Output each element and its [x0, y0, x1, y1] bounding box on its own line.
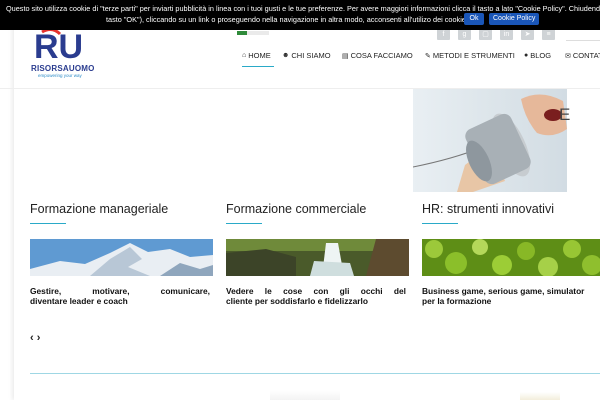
column-description-line-2: diventare leader e coach	[30, 296, 128, 306]
nav-item-home[interactable]: ⌂ HOME	[242, 51, 271, 60]
cookie-ok-button[interactable]: Ok	[464, 13, 484, 25]
nav-item-label: COSA FACCIAMO	[350, 51, 413, 60]
cookie-banner: Questo sito utilizza cookie di "terze pa…	[0, 0, 600, 30]
column-title-underline	[422, 223, 458, 224]
logo-name: RISORSAUOMO	[31, 64, 95, 73]
search-input[interactable]	[566, 29, 600, 41]
logo-tagline: empowering your way	[38, 73, 82, 78]
column-title-hr[interactable]: HR: strumenti innovativi	[422, 202, 554, 216]
nav-active-underline	[242, 66, 274, 67]
instagram-icon[interactable]: ▢	[479, 29, 492, 40]
book-icon: ▤	[342, 52, 349, 60]
romanesco-illustration	[422, 239, 600, 276]
send-icon[interactable]: ➤	[521, 29, 534, 40]
home-icon: ⌂	[242, 52, 247, 59]
tin-can-phone-illustration	[413, 94, 567, 192]
slider-prev-button[interactable]: ‹	[30, 332, 34, 344]
next-section-preview	[270, 390, 340, 400]
column-title-commerciale[interactable]: Formazione commerciale	[226, 202, 366, 216]
column-description: Vedere le cose con gli occhi del cliente…	[226, 286, 406, 306]
cookie-policy-button[interactable]: Cookie Policy	[489, 13, 540, 25]
column-description: Business game, serious game, simulator p…	[422, 286, 600, 306]
envelope-icon: ✉	[565, 52, 571, 60]
slider-controls: ‹ ›	[30, 332, 40, 344]
language-selector[interactable]	[247, 31, 269, 35]
nav-item-label: HOME	[248, 51, 271, 60]
page-container	[14, 0, 600, 400]
hero-caption-letter: E	[559, 105, 571, 124]
linkedin-icon[interactable]: in	[500, 29, 513, 40]
column-title-underline	[226, 223, 262, 224]
hero-image	[413, 89, 567, 192]
nav-item-chi-siamo[interactable]: ☻ CHI SIAMO	[282, 51, 331, 60]
romanesco-image[interactable]	[422, 239, 600, 276]
column-description-line-1: Vedere le cose con gli occhi del	[226, 286, 406, 296]
mountain-image[interactable]	[30, 239, 213, 276]
waterfall-image[interactable]	[226, 239, 409, 276]
group-icon: ☻	[282, 52, 290, 59]
nav-item-label: METODI E STRUMENTI	[432, 51, 515, 60]
nav-item-blog[interactable]: ● BLOG	[524, 51, 551, 60]
google-plus-icon[interactable]: g	[458, 29, 471, 40]
nav-item-metodi-strumenti[interactable]: ✎ METODI E STRUMENTI	[425, 51, 515, 60]
nav-item-label: BLOG	[530, 51, 552, 60]
nav-item-cosa-facciamo[interactable]: ▤ COSA FACCIAMO	[342, 51, 413, 60]
pencil-icon: ✎	[425, 52, 431, 60]
column-title-manageriale[interactable]: Formazione manageriale	[30, 202, 168, 216]
section-divider	[30, 373, 600, 374]
nav-item-contatti[interactable]: ✉ CONTAT	[565, 51, 600, 60]
slider-next-button[interactable]: ›	[37, 332, 41, 344]
language-flag-icon[interactable]	[237, 31, 247, 35]
column-description-line-1: Business game, serious game, simulator	[422, 286, 585, 296]
column-description-line-2: per la formazione	[422, 296, 492, 306]
rss-icon[interactable]: ≡	[542, 29, 555, 40]
column-description: Gestire, motivare, comunicare, diventare…	[30, 286, 210, 306]
column-description-line-1: Gestire, motivare, comunicare,	[30, 286, 210, 296]
column-description-line-2: cliente per soddisfarlo e fidelizzarlo	[226, 296, 368, 306]
logo-mark[interactable]: RU	[34, 28, 86, 62]
facebook-icon[interactable]: f	[437, 29, 450, 40]
nav-item-label: CONTAT	[572, 51, 600, 60]
column-title-underline	[30, 223, 66, 224]
nav-item-label: CHI SIAMO	[291, 51, 331, 60]
waterfall-illustration	[226, 239, 409, 276]
next-section-preview	[520, 392, 560, 400]
mountain-illustration	[30, 239, 213, 276]
comment-icon: ●	[524, 52, 529, 59]
